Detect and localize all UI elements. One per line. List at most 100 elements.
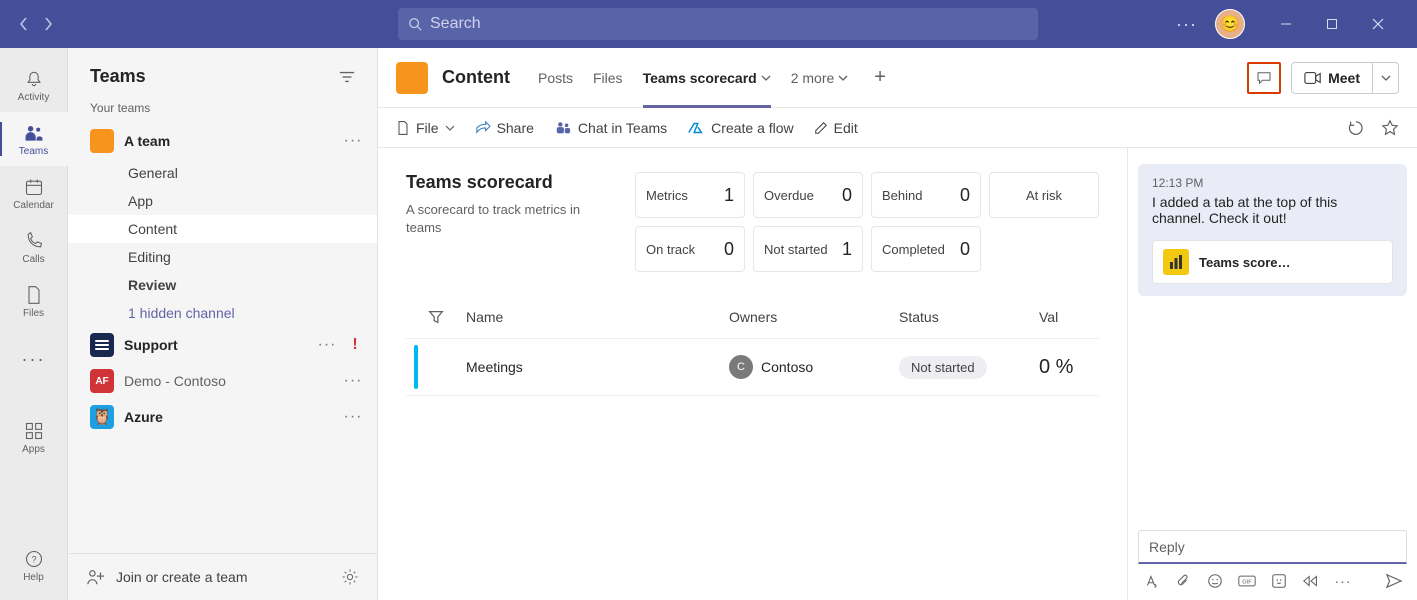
team-avatar <box>90 333 114 357</box>
chat-in-teams-button[interactable]: Chat in Teams <box>554 120 667 136</box>
add-tab-button[interactable]: + <box>868 66 892 89</box>
tab-files[interactable]: Files <box>593 48 623 107</box>
scorecard-title: Teams scorecard <box>406 172 615 193</box>
join-team-icon <box>86 568 106 586</box>
rail-teams[interactable]: Teams <box>0 112 68 166</box>
channel-item-unread[interactable]: Review <box>68 271 377 299</box>
channel-item-active[interactable]: Content <box>68 215 377 243</box>
conversation-toggle[interactable] <box>1247 62 1281 94</box>
teams-pane: Teams Your teams A team ··· General App … <box>68 48 378 600</box>
calendar-icon <box>23 176 45 198</box>
search-icon <box>408 17 422 31</box>
rail-calendar[interactable]: Calendar <box>0 166 68 220</box>
channel-item[interactable]: App <box>68 187 377 215</box>
file-menu[interactable]: File <box>396 120 455 136</box>
apps-icon <box>23 420 45 442</box>
priority-icon: ! <box>347 336 363 354</box>
table-header: Name Owners Status Val <box>406 300 1099 338</box>
teams-chat-icon <box>554 120 572 136</box>
team-more-icon[interactable]: ··· <box>343 408 363 426</box>
tab-more[interactable]: 2 more <box>791 48 849 107</box>
share-button[interactable]: Share <box>475 120 534 136</box>
phone-icon <box>23 230 45 252</box>
attachment-card[interactable]: Teams score… <box>1152 240 1393 284</box>
filter-column-icon[interactable] <box>406 308 466 326</box>
gif-icon[interactable]: GIF <box>1238 572 1256 590</box>
meet-button: Meet <box>1291 62 1399 94</box>
metric-name: Meetings <box>466 359 729 375</box>
tab-scorecard[interactable]: Teams scorecard <box>643 48 771 107</box>
bell-icon <box>23 68 45 90</box>
rail-apps[interactable]: Apps <box>0 410 68 464</box>
title-more-icon[interactable]: ··· <box>1176 14 1197 35</box>
kpi-atrisk[interactable]: At risk <box>989 172 1099 218</box>
channel-item[interactable]: General <box>68 159 377 187</box>
rail-help[interactable]: ? Help <box>0 538 68 592</box>
team-row[interactable]: Support ··· ! <box>68 327 377 363</box>
share-icon <box>475 121 491 135</box>
meet-dropdown[interactable] <box>1372 63 1398 93</box>
more-compose-icon[interactable]: ··· <box>1334 572 1352 590</box>
rail-activity[interactable]: Activity <box>0 58 68 112</box>
window-close[interactable] <box>1355 0 1401 48</box>
kpi-behind[interactable]: Behind0 <box>871 172 981 218</box>
status-pill: Not started <box>899 356 987 379</box>
svg-text:?: ? <box>31 554 36 564</box>
user-avatar[interactable]: 😊 <box>1215 9 1245 39</box>
gear-icon[interactable] <box>341 568 359 586</box>
powerbi-icon <box>1163 249 1189 275</box>
chevron-down-icon <box>761 74 771 82</box>
kpi-ontrack[interactable]: On track0 <box>635 226 745 272</box>
tab-toolbar: File Share Chat in Teams Create a flow E… <box>378 108 1417 148</box>
team-more-icon[interactable]: ··· <box>343 132 363 150</box>
kpi-metrics[interactable]: Metrics1 <box>635 172 745 218</box>
team-more-icon[interactable]: ··· <box>317 336 337 354</box>
emoji-icon[interactable] <box>1206 572 1224 590</box>
reply-input[interactable]: Reply <box>1138 530 1407 564</box>
window-minimize[interactable] <box>1263 0 1309 48</box>
kpi-notstarted[interactable]: Not started1 <box>753 226 863 272</box>
forward-button[interactable] <box>38 6 58 42</box>
search-placeholder: Search <box>430 15 481 33</box>
team-avatar: 🦉 <box>90 405 114 429</box>
file-icon <box>396 120 410 136</box>
kpi-overdue[interactable]: Overdue0 <box>753 172 863 218</box>
star-icon[interactable] <box>1381 119 1399 137</box>
chevron-down-icon <box>838 74 848 82</box>
team-row[interactable]: AF Demo - Contoso ··· <box>68 363 377 399</box>
channel-item[interactable]: Editing <box>68 243 377 271</box>
stream-icon[interactable] <box>1302 572 1320 590</box>
rail-more[interactable]: ··· <box>0 332 68 386</box>
back-button[interactable] <box>14 6 34 42</box>
title-bar: Search ··· 😊 <box>0 0 1417 48</box>
attach-icon[interactable] <box>1174 572 1192 590</box>
table-row[interactable]: Meetings C Contoso Not started 0 % <box>406 339 1099 395</box>
tab-posts[interactable]: Posts <box>538 48 573 107</box>
rail-calls[interactable]: Calls <box>0 220 68 274</box>
meet-main[interactable]: Meet <box>1292 63 1372 93</box>
refresh-icon[interactable] <box>1347 119 1365 137</box>
channel-avatar <box>396 62 428 94</box>
team-row[interactable]: A team ··· <box>68 123 377 159</box>
channel-title: Content <box>442 67 510 88</box>
hidden-channels-link[interactable]: 1 hidden channel <box>68 299 377 327</box>
sticker-icon[interactable] <box>1270 572 1288 590</box>
pencil-icon <box>814 121 828 135</box>
filter-icon[interactable] <box>339 70 355 84</box>
search-input[interactable]: Search <box>398 8 1038 40</box>
team-more-icon[interactable]: ··· <box>343 372 363 390</box>
edit-button[interactable]: Edit <box>814 120 858 136</box>
scorecard-main: Teams scorecard A scorecard to track met… <box>378 148 1127 600</box>
join-team-link[interactable]: Join or create a team <box>116 569 248 585</box>
format-icon[interactable] <box>1142 572 1160 590</box>
send-icon[interactable] <box>1385 572 1403 590</box>
window-maximize[interactable] <box>1309 0 1355 48</box>
team-row[interactable]: 🦉 Azure ··· <box>68 399 377 435</box>
owner-avatar: C <box>729 355 753 379</box>
value-cell: 0 % <box>1039 356 1099 379</box>
channel-header: Content Posts Files Teams scorecard 2 mo… <box>378 48 1417 108</box>
kpi-completed[interactable]: Completed0 <box>871 226 981 272</box>
compose-toolbar: GIF ··· <box>1138 564 1407 590</box>
rail-files[interactable]: Files <box>0 274 68 328</box>
create-flow-button[interactable]: Create a flow <box>687 120 793 136</box>
